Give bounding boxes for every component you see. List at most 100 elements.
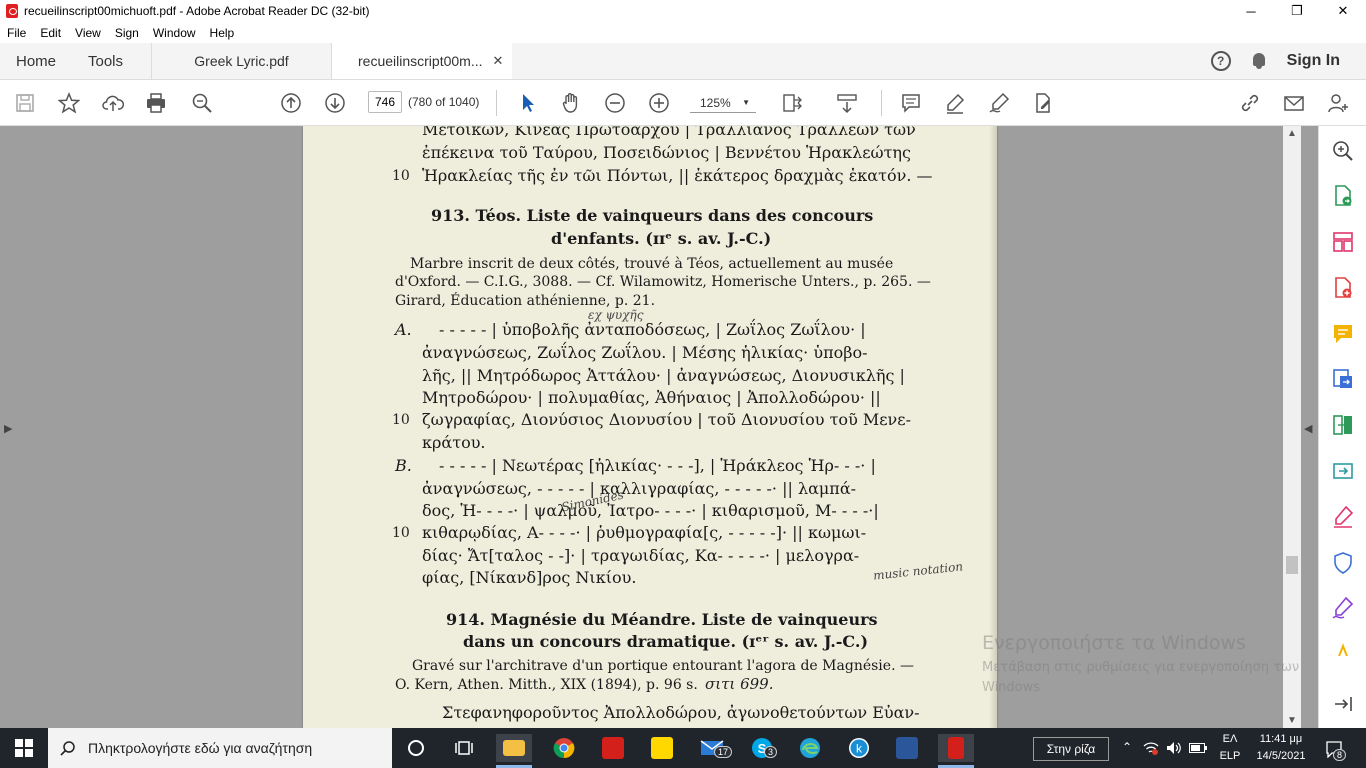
- maximize-button[interactable]: ❐: [1274, 0, 1320, 22]
- fill-and-sign-icon[interactable]: [1331, 505, 1355, 529]
- expand-right-panel-icon[interactable]: ◀: [1304, 422, 1312, 435]
- chrome-icon[interactable]: [550, 734, 578, 762]
- next-page-icon[interactable]: [323, 91, 347, 115]
- send-review-icon[interactable]: [1331, 459, 1355, 483]
- menu-bar: File Edit View Sign Window Help: [0, 22, 1366, 43]
- search-placeholder: Πληκτρολογήστε εδώ για αναζήτηση: [88, 740, 313, 756]
- text-line: Στεφανηφοροῦντος Ἀπολλοδώρου, ἀγωνοθετού…: [442, 703, 920, 722]
- request-signature-icon[interactable]: [1331, 596, 1355, 620]
- highlight-pen-icon[interactable]: [943, 91, 967, 115]
- description-line: d'Oxford. — C.I.G., 3088. — Cf. Wilamowi…: [395, 274, 931, 290]
- page-count: (780 of 1040): [408, 95, 480, 109]
- zoom-icon[interactable]: [1331, 139, 1355, 163]
- zoom-out-icon[interactable]: [603, 91, 627, 115]
- menu-edit[interactable]: Edit: [33, 26, 68, 40]
- toolbar-divider: [496, 90, 497, 116]
- clock-time[interactable]: 11:41 μμ: [1250, 733, 1312, 745]
- description-line: O. Kern, Athen. Mitth., XIX (1894), p. 9…: [395, 677, 698, 693]
- cortana-icon[interactable]: [402, 734, 430, 762]
- save-icon[interactable]: [13, 91, 37, 115]
- scroll-up-icon[interactable]: ▲: [1287, 128, 1297, 139]
- tab-home[interactable]: Home: [0, 43, 72, 79]
- section-heading: d'enfants. (ɪɪᵉ s. av. J.-C.): [551, 229, 772, 248]
- chevron-down-icon: ▼: [742, 98, 750, 107]
- acrobat-active-icon[interactable]: [938, 734, 974, 762]
- close-tab-icon[interactable]: ✕: [493, 53, 504, 69]
- description-line: Girard, Éducation athénienne, p. 21.: [395, 293, 656, 309]
- scroll-thumb[interactable]: [1286, 556, 1298, 574]
- keyboard-layout[interactable]: ELP: [1216, 750, 1244, 762]
- comment-icon[interactable]: [899, 91, 923, 115]
- help-icon[interactable]: ?: [1210, 51, 1231, 71]
- clock-date[interactable]: 14/5/2021: [1250, 750, 1312, 762]
- export-pdf-icon[interactable]: [1331, 184, 1355, 208]
- mail-badge: 17: [714, 746, 733, 758]
- bell-icon[interactable]: [1251, 52, 1267, 70]
- menu-sign[interactable]: Sign: [108, 26, 146, 40]
- edge-icon[interactable]: [796, 734, 824, 762]
- fill-sign-icon[interactable]: [987, 91, 1011, 115]
- tab-tools[interactable]: Tools: [72, 43, 152, 79]
- menu-file[interactable]: File: [0, 26, 33, 40]
- create-pdf-icon[interactable]: [1331, 276, 1355, 300]
- convert-pdf-icon[interactable]: [1331, 367, 1355, 391]
- scroll-down-icon[interactable]: ▼: [1287, 715, 1297, 726]
- organize-pages-icon[interactable]: [1331, 230, 1355, 254]
- previous-page-icon[interactable]: [279, 91, 303, 115]
- tab-greek-lyric[interactable]: Greek Lyric.pdf: [152, 43, 332, 79]
- page-number-input[interactable]: 746: [368, 91, 402, 113]
- zoom-dropdown[interactable]: 125% ▼: [690, 93, 756, 113]
- windows-start-icon[interactable]: [0, 728, 48, 768]
- volume-icon[interactable]: [1163, 736, 1185, 760]
- scroll-mode-icon[interactable]: [835, 91, 859, 115]
- sign-in-button[interactable]: Sign In: [1287, 52, 1340, 70]
- link-icon[interactable]: [1238, 91, 1262, 115]
- word-icon[interactable]: [893, 734, 921, 762]
- print-icon[interactable]: [144, 91, 168, 115]
- fit-page-icon[interactable]: [780, 91, 804, 115]
- k-app-icon[interactable]: k: [845, 734, 873, 762]
- line-number: 10: [392, 168, 410, 184]
- acrobat-taskbar-icon[interactable]: [599, 734, 627, 762]
- zoom-in-icon[interactable]: [647, 91, 671, 115]
- language-indicator[interactable]: ΕΛ: [1216, 733, 1244, 745]
- vertical-scrollbar[interactable]: ▲ ▼: [1283, 126, 1301, 728]
- battery-icon[interactable]: [1187, 736, 1209, 760]
- tray-chevron-up-icon[interactable]: ⌃: [1122, 740, 1132, 754]
- hand-tool-icon[interactable]: [559, 91, 583, 115]
- address-toolbar-field[interactable]: Στην ρίζα: [1033, 737, 1109, 761]
- tab-recueil[interactable]: recueilinscript00m... ✕: [332, 43, 512, 79]
- expand-left-panel-icon[interactable]: ▶: [4, 422, 12, 435]
- sticky-notes-icon[interactable]: [648, 734, 676, 762]
- file-explorer-icon[interactable]: [496, 734, 532, 762]
- add-user-icon[interactable]: [1326, 91, 1350, 115]
- close-button[interactable]: ✕: [1320, 0, 1366, 22]
- minimize-button[interactable]: ─: [1228, 0, 1274, 22]
- collapse-pane-icon[interactable]: [1331, 692, 1355, 716]
- email-icon[interactable]: [1282, 91, 1306, 115]
- more-tools-icon[interactable]: [1331, 642, 1355, 656]
- star-icon[interactable]: [57, 91, 81, 115]
- compare-files-icon[interactable]: [1331, 413, 1355, 437]
- network-icon[interactable]: [1140, 736, 1162, 760]
- protect-shield-icon[interactable]: [1331, 551, 1355, 575]
- description-line: Marbre inscrit de deux côtés, trouvé à T…: [410, 256, 894, 272]
- select-cursor-icon[interactable]: [516, 91, 540, 115]
- upload-cloud-icon[interactable]: [101, 91, 125, 115]
- zoom-search-icon[interactable]: [190, 91, 214, 115]
- task-view-icon[interactable]: [450, 734, 478, 762]
- taskbar-search[interactable]: Πληκτρολογήστε εδώ για αναζήτηση: [48, 728, 392, 768]
- text-line: ἀναγνώσεως, - - - - - | καλλιγραφίας, - …: [422, 479, 857, 498]
- menu-view[interactable]: View: [68, 26, 108, 40]
- tab-recueil-label: recueilinscript00m...: [358, 52, 483, 69]
- line-number: 10: [392, 412, 410, 428]
- line-number: 10: [392, 525, 410, 541]
- search-icon: [60, 741, 75, 756]
- menu-window[interactable]: Window: [146, 26, 203, 40]
- comment-tool-icon[interactable]: [1331, 322, 1355, 346]
- edit-pdf-icon[interactable]: [1031, 91, 1055, 115]
- section-heading: 914. Magnésie du Méandre. Liste de vainq…: [446, 610, 878, 629]
- menu-help[interactable]: Help: [203, 26, 242, 40]
- text-line: κράτου.: [422, 433, 486, 452]
- label-a: A.: [395, 320, 412, 339]
